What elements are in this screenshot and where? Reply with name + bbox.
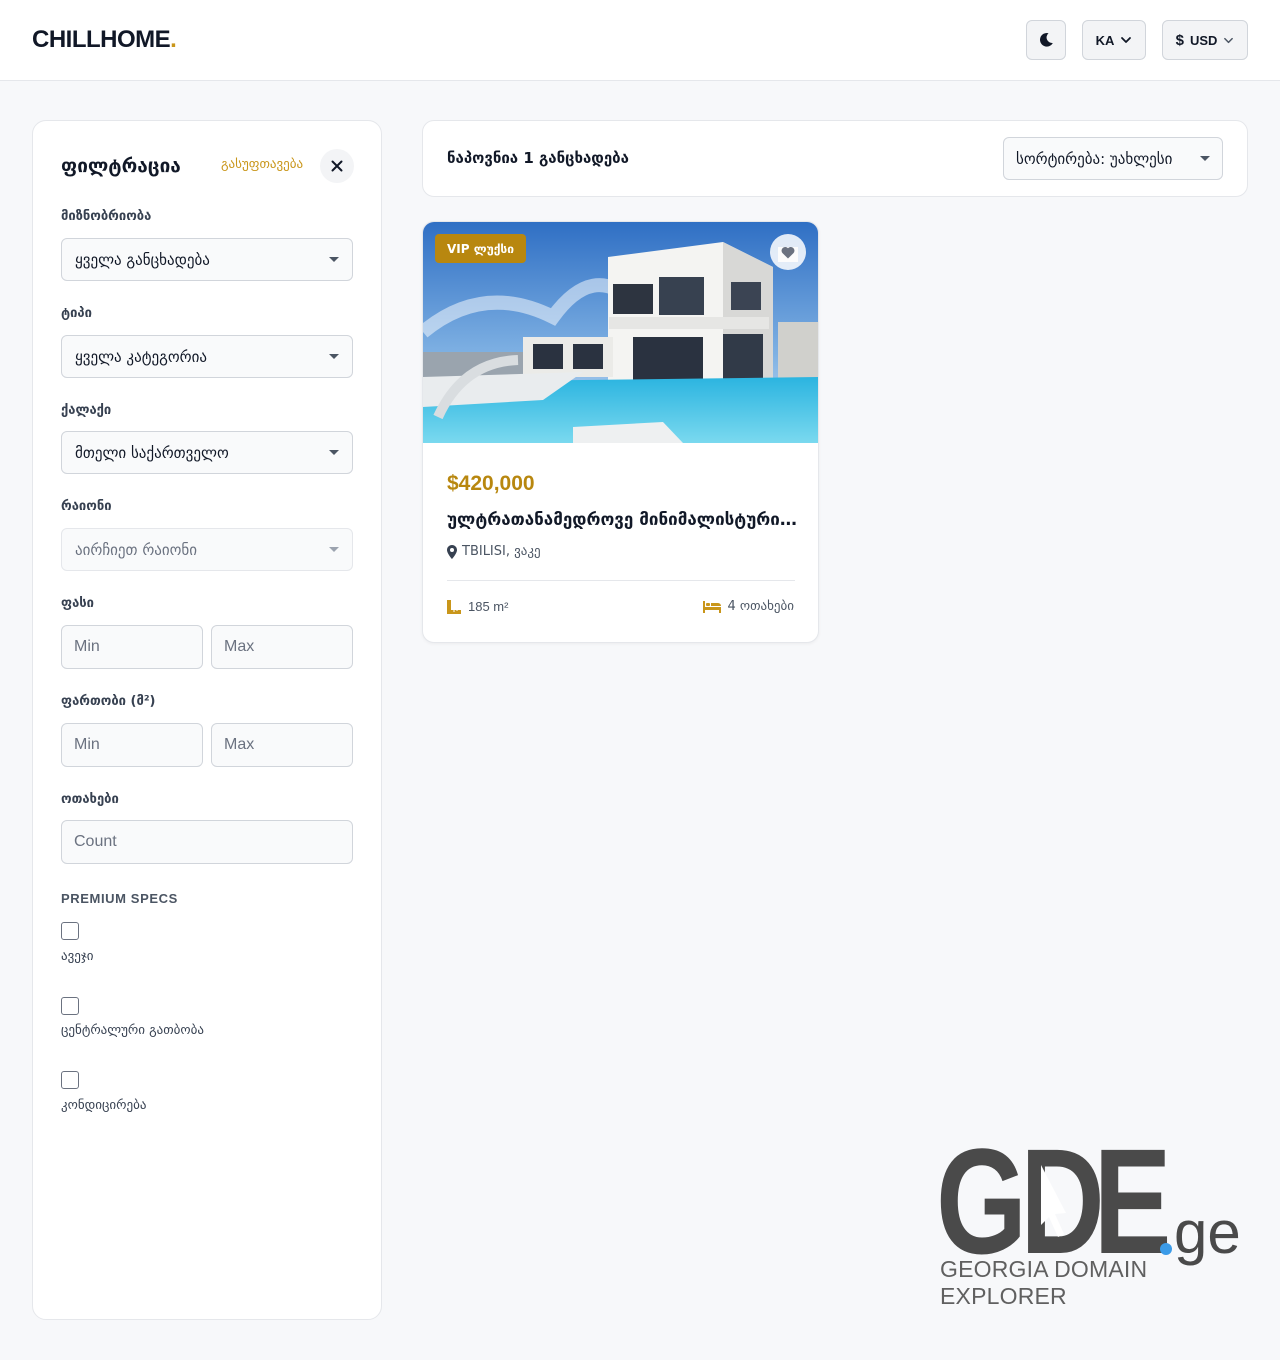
logo-dot: . (170, 26, 177, 53)
property-type-value: ყველა კატეგორია (75, 347, 207, 366)
listing-rooms: 4 ოთახები (702, 599, 795, 614)
filters-title: ფილტრაცია (61, 155, 181, 177)
logo-text: CHILLHOME (32, 26, 171, 53)
city-value: მთელი საქართველო (75, 443, 229, 462)
deal-type-label: მიზნობრიობა (61, 209, 152, 224)
caret-down-icon (329, 257, 339, 262)
listing-rooms-text: 4 ოთახები (727, 599, 795, 614)
listing-area: 185 m² (447, 599, 508, 614)
air-conditioning-checkbox[interactable] (61, 1071, 79, 1089)
chevron-down-icon (1224, 37, 1234, 43)
chevron-down-icon (1121, 37, 1132, 43)
deal-type-value: ყველა განცხადება (75, 250, 210, 269)
bed-icon (702, 600, 721, 613)
district-select[interactable]: აირჩიეთ რაიონი (61, 528, 353, 571)
city-label: ქალაქი (61, 403, 112, 418)
currency-label: USD (1189, 32, 1218, 48)
heart-icon (781, 246, 795, 258)
price-min-input[interactable] (61, 625, 203, 669)
watermark-subtitle: GEORGIA DOMAIN EXPLORER (940, 1256, 1148, 1309)
rooms-label: ოთახები (61, 792, 119, 807)
card-divider (447, 580, 795, 581)
listing-location-text: TBILISI, ვაკე (462, 544, 541, 559)
moon-icon (1040, 32, 1053, 47)
close-filters-button[interactable] (320, 149, 354, 183)
deal-type-select[interactable]: ყველა განცხადება (61, 238, 353, 281)
listing-area-text: 185 m² (468, 599, 509, 614)
vip-badge: VIP ლუქსი (435, 234, 527, 263)
logo[interactable]: CHILLHOME. (32, 26, 177, 54)
sort-value: სორტირება: უახლესი (1016, 149, 1173, 168)
language-label: KA (1095, 32, 1115, 48)
premium-specs-heading: PREMIUM SPECS (61, 891, 178, 906)
city-select[interactable]: მთელი საქართველო (61, 431, 353, 474)
top-navbar: CHILLHOME. KA $ USD (0, 0, 1280, 81)
area-min-input[interactable] (61, 723, 203, 767)
district-value: აირჩიეთ რაიონი (75, 540, 198, 559)
currency-select-button[interactable]: $ USD (1162, 20, 1248, 60)
close-icon (331, 160, 343, 172)
area-max-input[interactable] (211, 723, 353, 767)
caret-down-icon (329, 354, 339, 359)
listing-title[interactable]: ულტრათანამედროვე მინიმალისტური ვილა (447, 510, 797, 530)
central-heating-checkbox-label: ცენტრალური გათბობა (61, 1023, 204, 1038)
caret-down-icon (1200, 156, 1210, 161)
property-type-select[interactable]: ყველა კატეგორია (61, 335, 353, 378)
watermark-dot (1160, 1243, 1172, 1255)
central-heating-checkbox[interactable] (61, 997, 79, 1015)
ruler-icon (447, 599, 461, 614)
currency-symbol: $ (1175, 31, 1184, 49)
property-type-label: ტიპი (61, 306, 92, 321)
furniture-checkbox[interactable] (61, 922, 79, 940)
results-count: ნაპოვნია 1 განცხადება (447, 149, 629, 167)
sort-select[interactable]: სორტირება: უახლესი (1003, 137, 1223, 180)
results-toolbar: ნაპოვნია 1 განცხადება სორტირება: უახლესი (422, 120, 1248, 197)
area-label: ფართობი (მ²) (61, 694, 156, 709)
listing-location: TBILISI, ვაკე (447, 544, 541, 559)
caret-down-icon (329, 450, 339, 455)
theme-toggle-button[interactable] (1026, 20, 1066, 60)
map-pin-icon (447, 544, 457, 559)
favorite-button[interactable] (770, 234, 806, 270)
language-select-button[interactable]: KA (1082, 20, 1146, 60)
district-label: რაიონი (61, 499, 112, 514)
listing-card[interactable]: VIP ლუქსი $420,000 ულტრათანამედროვე მინი… (422, 221, 819, 643)
caret-down-icon (329, 547, 339, 552)
filter-sidebar: ფილტრაცია გასუფთავება მიზნობრიობა ყველა … (32, 120, 382, 1320)
reset-filters-link[interactable]: გასუფთავება (221, 157, 303, 172)
price-label: ფასი (61, 596, 94, 611)
furniture-checkbox-label: ავეჯი (61, 949, 94, 964)
air-conditioning-checkbox-label: კონდიცირება (61, 1098, 147, 1113)
price-max-input[interactable] (211, 625, 353, 669)
listing-price: $420,000 (447, 472, 535, 495)
rooms-count-input[interactable] (61, 820, 353, 864)
